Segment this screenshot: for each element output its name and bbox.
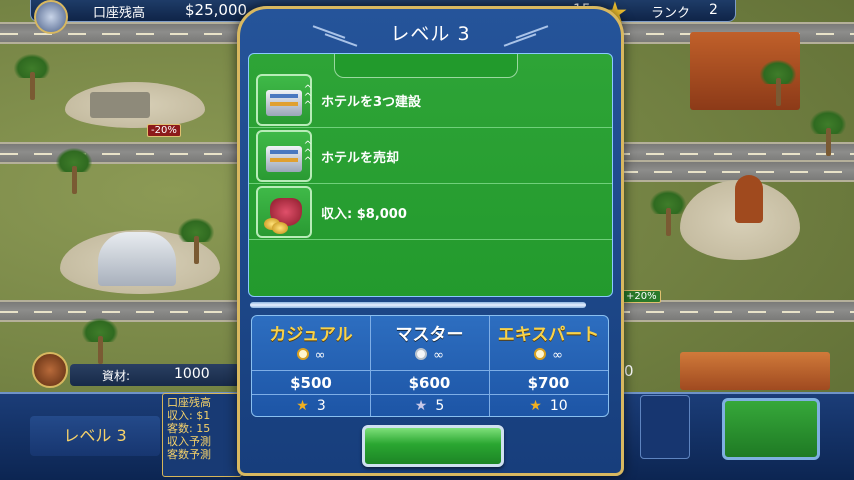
target-price: $500 [290, 374, 332, 392]
scroll-divider [250, 302, 586, 308]
material-bar: 資材: 1000 [70, 364, 240, 386]
difficulty-name: マスター [395, 325, 464, 345]
stats-line: 客数: 15 [167, 422, 211, 435]
stats-line: 口座残高 [167, 396, 211, 409]
clock-icon [534, 348, 547, 360]
task-row: ^ ^ ^ ホテルを3つ建設 [249, 72, 612, 128]
star-reward: ★ 5 [414, 398, 445, 414]
price-change-badge: +20% [622, 290, 661, 303]
time-limit: ∞ [252, 348, 370, 363]
stats-line: 客数予測 [167, 448, 211, 461]
star-icon: ★ [296, 398, 309, 414]
task-text: ホテルを売却 [321, 151, 400, 166]
tower-icon[interactable] [34, 0, 68, 34]
road [620, 160, 854, 182]
clock-icon [415, 348, 428, 360]
target-price: $700 [527, 374, 570, 392]
task-text: ホテルを3つ建設 [321, 95, 422, 110]
money-bag-icon [256, 186, 312, 238]
palm-tree [82, 318, 118, 364]
palm-tree [650, 190, 686, 236]
star-reward: ★ 3 [296, 398, 326, 414]
material-value: 1000 [174, 366, 210, 382]
time-limit: ∞ [371, 348, 488, 363]
palm-tree [178, 218, 214, 264]
clock-icon [296, 348, 309, 360]
bricks-icon[interactable] [32, 352, 68, 388]
stats-line: 収入: $1 [167, 409, 211, 422]
dialog-title: レベル 3 [390, 23, 471, 45]
statue[interactable] [735, 175, 763, 223]
difficulty-name: エキスパート [497, 325, 600, 345]
balance-label: 口座残高 [93, 6, 146, 21]
difficulty-panel: カジュアル ∞ $500 ★ 3 マスター ∞ $600 ★ 5 エキスパート ∞ … [251, 315, 609, 417]
balance-value: $25,000 [185, 1, 248, 19]
task-row: ^ ^ ^ ホテルを売却 [249, 128, 612, 184]
rank-label: ランク [651, 6, 691, 21]
difficulty-master[interactable]: マスター ∞ $600 ★ 5 [370, 316, 488, 416]
palm-tree [56, 148, 92, 194]
target-price: $600 [408, 374, 451, 392]
hotel-icon: ^ ^ ^ [256, 74, 312, 126]
star-icon: ★ [414, 398, 428, 414]
hotel-icon: ^ ^ ^ [256, 130, 312, 182]
difficulty-expert[interactable]: エキスパート ∞ $700 ★ 10 [489, 316, 607, 416]
task-text: 収入: $8,000 [321, 207, 407, 222]
task-panel: ^ ^ ^ ホテルを3つ建設 ^ ^ ^ ホテルを売却 収入: $8,000 [248, 53, 613, 297]
action-button[interactable] [722, 398, 820, 460]
difficulty-name: カジュアル [269, 325, 353, 345]
star-icon: ★ [529, 398, 542, 414]
difficulty-casual[interactable]: カジュアル ∞ $500 ★ 3 [252, 316, 370, 416]
palm-tree [810, 110, 846, 156]
palm-tree [760, 60, 796, 106]
stats-line: 収入予測 [167, 435, 211, 448]
hotel-building[interactable] [98, 232, 176, 286]
level-plate[interactable]: レベル 3 [30, 416, 160, 456]
ruined-building[interactable] [90, 92, 150, 118]
side-digit: 0 [624, 362, 634, 380]
price-change-badge: -20% [147, 124, 181, 137]
start-button[interactable] [362, 425, 504, 467]
task-row: 収入: $8,000 [249, 184, 612, 240]
time-limit: ∞ [490, 348, 607, 363]
star-reward: ★ 10 [529, 398, 568, 414]
material-label: 資材: [102, 369, 131, 383]
palm-tree [14, 54, 50, 100]
side-plate [640, 395, 690, 459]
rank-value: 2 [709, 2, 718, 18]
stats-plate: 口座残高 収入: $1 客数: 15 収入予測 客数予測 [162, 393, 242, 477]
brick-building[interactable] [680, 352, 830, 390]
